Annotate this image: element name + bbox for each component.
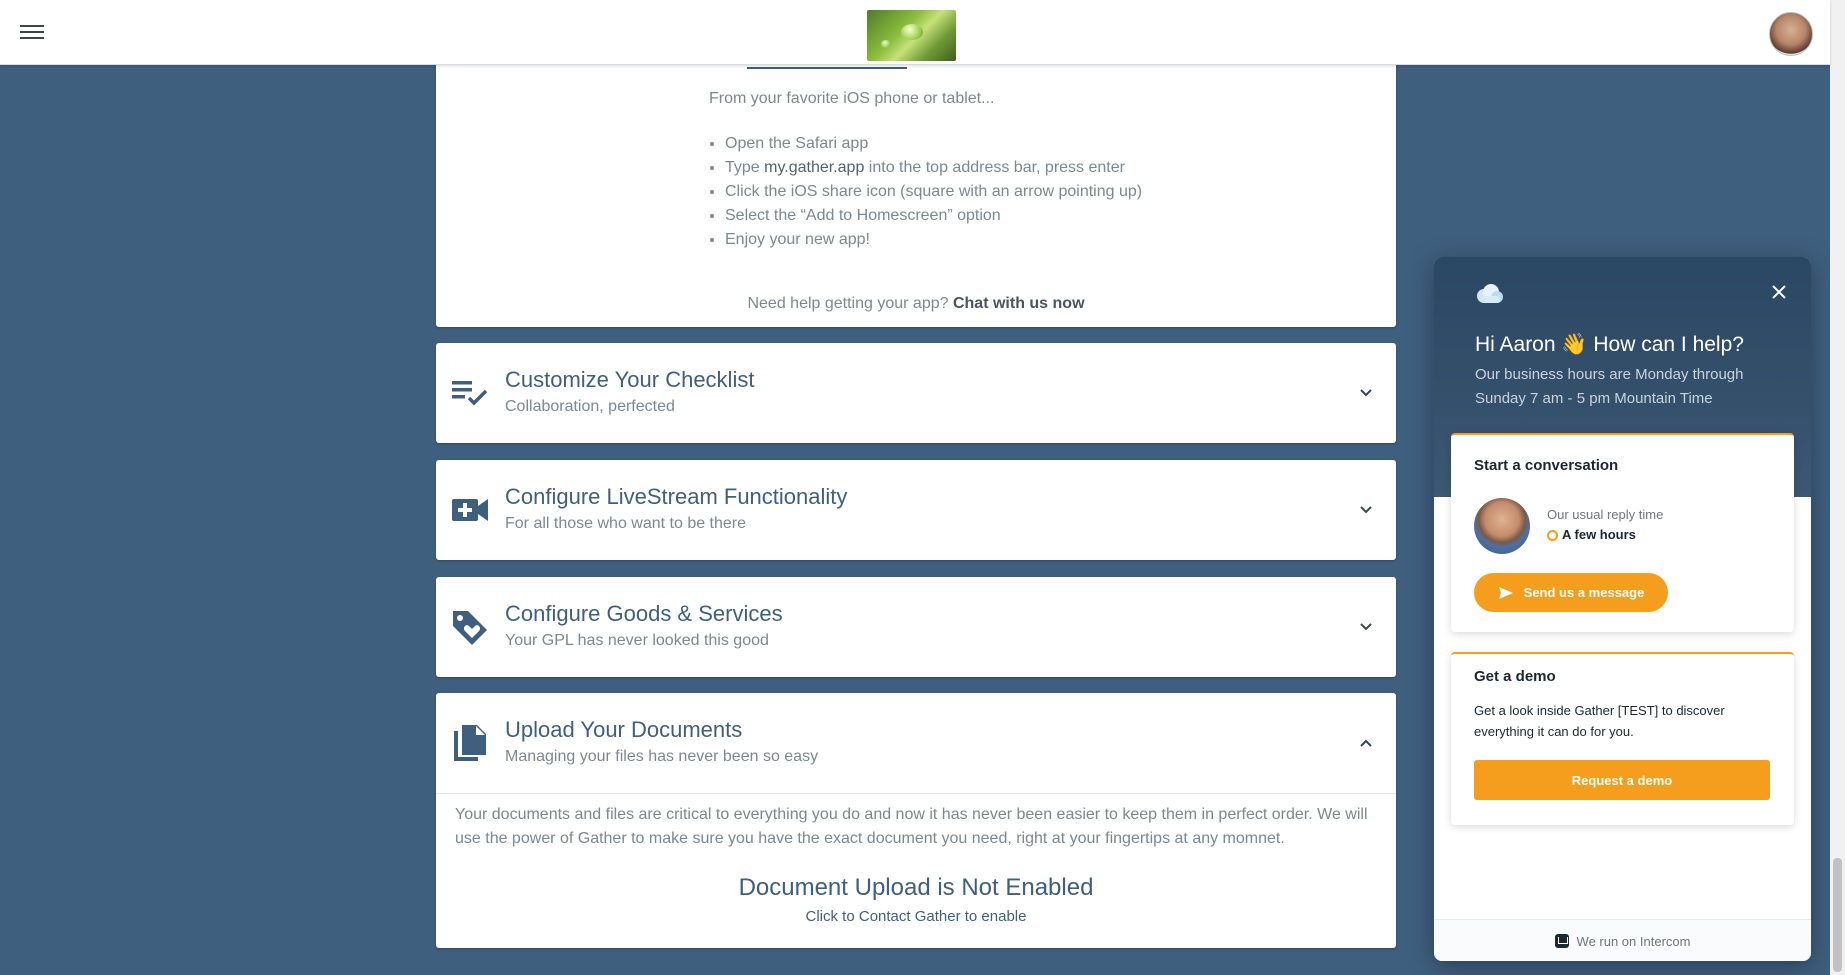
business-hours: Our business hours are Monday through Su… [1475,366,1744,407]
accordion-subtitle: Collaboration, perfected [505,398,675,415]
clock-icon [1547,530,1558,541]
cloud-logo-icon [1477,284,1503,303]
document-upload-disabled-title: Document Upload is Not Enabled [738,874,1094,901]
start-conversation-card: Start a conversation Our usual reply tim… [1451,433,1794,632]
intercom-branding-link[interactable]: We run on Intercom [1434,919,1811,961]
accordion-title: Configure Goods & Services [505,601,783,626]
intercom-logo-icon [1554,934,1569,948]
intercom-messenger: Hi Aaron 👋 How can I help? Our business … [1434,257,1811,961]
documents-icon [454,725,486,761]
send-message-button[interactable]: Send us a message [1474,573,1668,612]
list-item: Open the Safari app [725,132,1142,156]
documents-description: Your documents and files are critical to… [455,806,1368,847]
accordion-subtitle: Managing your files has never been so ea… [505,748,819,765]
app-install-card: From your favorite iOS phone or tablet..… [436,50,1396,327]
list-item: Enjoy your new app! [725,228,1142,252]
user-avatar[interactable] [1769,12,1813,56]
contact-gather-link[interactable]: Click to Contact Gather to enable [436,908,1396,925]
accordion-title: Configure LiveStream Functionality [505,484,848,509]
get-demo-title: Get a demo [1474,668,1556,685]
accordion-subtitle: For all those who want to be there [505,515,747,532]
app-help-line: Need help getting your app? Chat with us… [436,295,1396,313]
accordion-divider [436,793,1396,794]
app-url: my.gather.app [764,159,865,176]
agent-avatar [1474,498,1530,554]
chat-with-us-link[interactable]: Chat with us now [953,295,1085,312]
reply-time-label: Our usual reply time [1547,507,1664,522]
tag-heart-icon [453,611,487,645]
accordion-subtitle: Your GPL has never looked this good [505,632,769,649]
accordion-title: Customize Your Checklist [505,367,755,392]
get-demo-card: Get a demo Get a look inside Gather [TES… [1451,652,1794,825]
list-item: Click the iOS share icon (square with an… [725,180,1142,204]
checklist-icon [452,381,488,406]
chevron-up-icon[interactable] [1356,733,1376,753]
video-add-icon [452,499,488,521]
accordion-customize-checklist[interactable]: Customize Your Checklist Collaboration, … [436,343,1396,443]
brand-logo[interactable] [867,10,956,61]
scrollbar-thumb[interactable] [1833,858,1842,972]
send-icon [1498,586,1513,599]
app-help-text: Need help getting your app? [747,295,949,312]
app-install-intro: From your favorite iOS phone or tablet..… [709,90,995,107]
accordion-upload-documents[interactable]: Upload Your Documents Managing your file… [436,693,1396,948]
request-demo-button[interactable]: Request a demo [1474,760,1770,800]
page-scrollbar[interactable] [1830,0,1845,975]
start-conversation-title: Start a conversation [1474,457,1619,474]
accordion-title: Upload Your Documents [505,717,743,742]
app-install-steps: Open the Safari app Type my.gather.app i… [709,132,1142,252]
top-bar [0,0,1830,65]
chevron-down-icon[interactable] [1356,617,1376,637]
accordion-livestream[interactable]: Configure LiveStream Functionality For a… [436,460,1396,560]
get-demo-text: Get a look inside Gather [TEST] to disco… [1474,703,1725,739]
reply-time-value: A few hours [1547,527,1636,542]
active-tab-indicator [747,67,907,69]
close-icon[interactable] [1770,283,1788,301]
hamburger-menu-icon[interactable] [20,22,44,42]
chevron-down-icon[interactable] [1356,500,1376,520]
chevron-down-icon[interactable] [1356,383,1376,403]
list-item: Select the “Add to Homescreen” option [725,204,1142,228]
accordion-goods-services[interactable]: Configure Goods & Services Your GPL has … [436,577,1396,677]
list-item: Type my.gather.app into the top address … [725,156,1142,180]
messenger-greeting: Hi Aaron 👋 How can I help? [1475,333,1744,356]
